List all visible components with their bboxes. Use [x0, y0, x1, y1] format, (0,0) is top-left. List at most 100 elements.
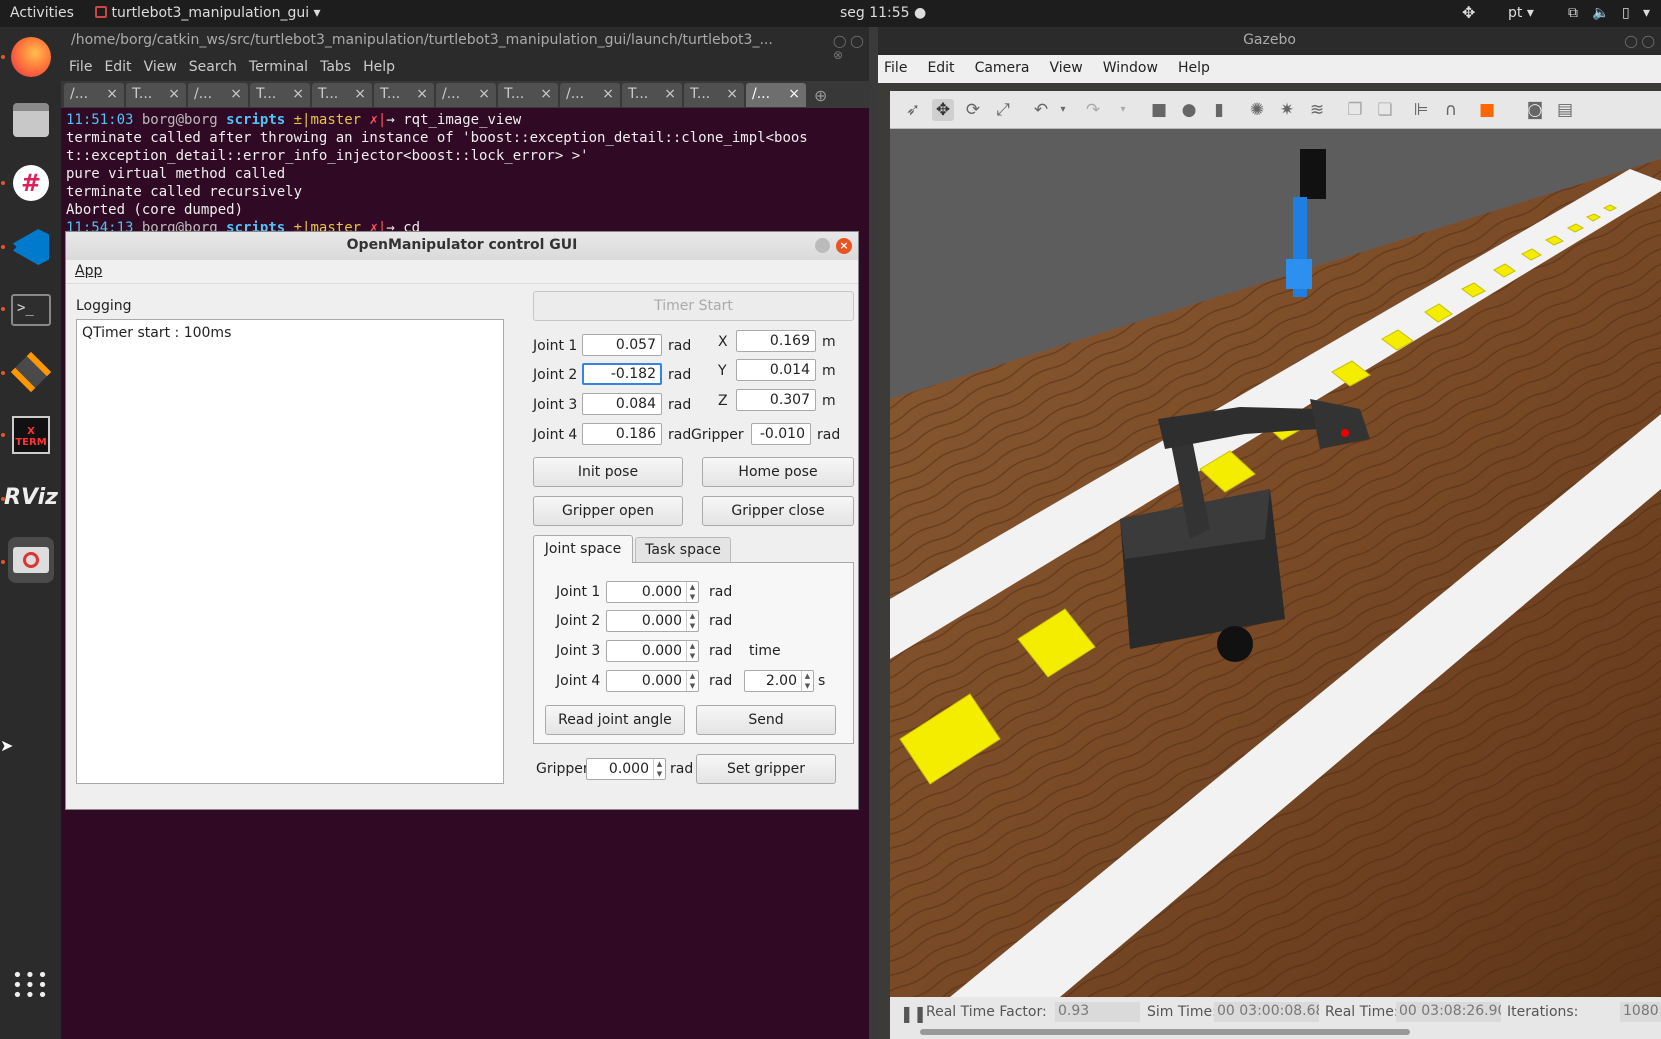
terminal-tab[interactable]: /... ×	[436, 83, 496, 107]
js-joint4-spinbox[interactable]: 0.000 ▲ ▼	[606, 670, 699, 692]
terminal-tab[interactable]: T... ×	[312, 83, 372, 107]
terminal-tab[interactable]: /... ×	[64, 83, 124, 107]
translate-tool-icon[interactable]: ✥	[932, 99, 954, 121]
terminal-tab[interactable]: T... ×	[684, 83, 744, 107]
window-controls[interactable]: ◯ ◯ ⊗	[833, 34, 869, 62]
read-joint-angle-button[interactable]: Read joint angle	[545, 705, 685, 735]
home-pose-button[interactable]: Home pose	[702, 457, 854, 487]
gazebo-3d-viewport[interactable]	[890, 129, 1661, 997]
js-joint3-spinbox[interactable]: 0.000 ▲ ▼	[606, 640, 699, 662]
clock[interactable]: seg 11:55 ●	[840, 5, 926, 21]
battery-icon[interactable]: ▯	[1622, 5, 1630, 21]
y-value[interactable]: 0.014	[736, 359, 816, 381]
joint4-value[interactable]: 0.186	[582, 423, 662, 445]
gz-menu-view[interactable]: View	[1050, 60, 1083, 78]
rotate-tool-icon[interactable]: ⟳	[962, 99, 984, 121]
change-view-icon[interactable]: ■	[1476, 99, 1498, 121]
redo-icon[interactable]: ↷	[1082, 99, 1104, 121]
close-icon[interactable]: ×	[836, 238, 852, 254]
firefox-icon[interactable]	[8, 34, 54, 80]
redo-dropdown-icon[interactable]: ▾	[1112, 99, 1134, 121]
app-menu[interactable]: turtlebot3_manipulation_gui ▾	[95, 5, 321, 21]
gz-menu-edit[interactable]: Edit	[927, 60, 954, 78]
terminal-tab-active[interactable]: /... ×	[746, 83, 806, 107]
menu-tabs[interactable]: Tabs	[320, 59, 351, 77]
z-value[interactable]: 0.307	[736, 389, 816, 411]
apps-grid-icon[interactable]: ••• ••• •••	[8, 963, 54, 1009]
files-icon[interactable]	[8, 97, 54, 143]
gz-menu-camera[interactable]: Camera	[975, 60, 1030, 78]
terminal-tab[interactable]: T... ×	[498, 83, 558, 107]
minimize-icon[interactable]	[815, 238, 830, 253]
init-pose-button[interactable]: Init pose	[533, 457, 683, 487]
menu-search[interactable]: Search	[189, 59, 237, 77]
sphere-shape-icon[interactable]: ●	[1178, 99, 1200, 121]
paste-icon[interactable]: ❏	[1374, 99, 1396, 121]
system-menu-chevron-icon[interactable]: ▾	[1643, 5, 1650, 21]
menu-terminal[interactable]: Terminal	[249, 59, 308, 77]
volume-icon[interactable]: 🔈	[1592, 5, 1609, 21]
terminal-icon[interactable]: >_	[8, 287, 54, 333]
horizontal-scrollbar[interactable]	[920, 1029, 1410, 1035]
scale-tool-icon[interactable]: ⤢	[992, 99, 1014, 121]
box-shape-icon[interactable]: ■	[1148, 99, 1170, 121]
cylinder-shape-icon[interactable]: ▮	[1208, 99, 1230, 121]
dropbox-icon[interactable]: ✥	[1462, 3, 1475, 22]
gripper-close-button[interactable]: Gripper close	[702, 496, 854, 526]
pause-icon[interactable]: ❚❚	[900, 1004, 927, 1023]
menu-view[interactable]: View	[144, 59, 177, 77]
set-gripper-button[interactable]: Set gripper	[696, 754, 836, 784]
terminal-tab[interactable]: T... ×	[374, 83, 434, 107]
select-tool-icon[interactable]: ➶	[902, 99, 924, 121]
screenshot-icon[interactable]: ◙	[1524, 99, 1546, 121]
point-light-icon[interactable]: ✺	[1246, 99, 1268, 121]
menu-edit[interactable]: Edit	[104, 59, 131, 77]
send-button[interactable]: Send	[696, 705, 836, 735]
terminal-output[interactable]: 11:51:03 borg@borg scripts ±|master ✗|→ …	[61, 108, 869, 240]
rviz-icon[interactable]: RViz	[4, 474, 58, 520]
tab-joint-space[interactable]: Joint space	[533, 535, 633, 563]
menu-help[interactable]: Help	[363, 59, 395, 77]
terminal-tab[interactable]: T... ×	[126, 83, 186, 107]
joint2-value[interactable]: -0.182	[582, 363, 662, 385]
undo-icon[interactable]: ↶	[1030, 99, 1052, 121]
window-divider[interactable]	[869, 27, 878, 1039]
log-textbox[interactable]: QTimer start : 100ms	[76, 319, 504, 784]
gripper-value[interactable]: -0.010	[751, 423, 811, 445]
spot-light-icon[interactable]: ✷	[1276, 99, 1298, 121]
set-gripper-spinbox[interactable]: 0.000 ▲ ▼	[586, 758, 666, 780]
js-joint1-spinbox[interactable]: 0.000 ▲ ▼	[606, 581, 699, 603]
gz-menu-help[interactable]: Help	[1178, 60, 1210, 78]
sublime-icon[interactable]	[8, 349, 54, 395]
undo-dropdown-icon[interactable]: ▾	[1052, 99, 1074, 121]
slack-icon[interactable]: #	[8, 160, 54, 206]
terminal-tab[interactable]: /... ×	[560, 83, 620, 107]
gz-menu-window[interactable]: Window	[1103, 60, 1158, 78]
x-value[interactable]: 0.169	[736, 330, 816, 352]
time-spinbox[interactable]: 2.00 ▲ ▼	[744, 670, 814, 692]
gazebo-window-controls[interactable]: ◯ ◯	[1624, 34, 1655, 48]
tab-task-space[interactable]: Task space	[635, 537, 731, 562]
log-icon[interactable]: ▤	[1554, 99, 1576, 121]
timer-start-button[interactable]: Timer Start	[533, 291, 854, 321]
gripper-open-button[interactable]: Gripper open	[533, 496, 683, 526]
joint3-value[interactable]: 0.084	[582, 393, 662, 415]
network-icon[interactable]: ⧉	[1568, 5, 1578, 21]
new-tab-icon[interactable]: ⊕	[808, 83, 833, 106]
snap-icon[interactable]: ∩	[1440, 99, 1462, 121]
xterm-icon[interactable]: X TERM	[8, 412, 54, 458]
menu-app[interactable]: App	[75, 263, 102, 279]
terminal-tab[interactable]: T... ×	[622, 83, 682, 107]
js-joint2-spinbox[interactable]: 0.000 ▲ ▼	[606, 610, 699, 632]
copy-icon[interactable]: ❐	[1344, 99, 1366, 121]
terminal-tab[interactable]: T... ×	[250, 83, 310, 107]
menu-file[interactable]: File	[69, 59, 92, 77]
gz-menu-file[interactable]: File	[884, 60, 907, 78]
directional-light-icon[interactable]: ≋	[1306, 99, 1328, 121]
language-indicator[interactable]: pt ▾	[1508, 5, 1534, 21]
joint1-value[interactable]: 0.057	[582, 334, 662, 356]
activities-button[interactable]: Activities	[10, 5, 74, 21]
vscode-icon[interactable]	[8, 224, 54, 270]
align-icon[interactable]: ⊫	[1410, 99, 1432, 121]
gazebo-icon[interactable]	[8, 537, 54, 583]
